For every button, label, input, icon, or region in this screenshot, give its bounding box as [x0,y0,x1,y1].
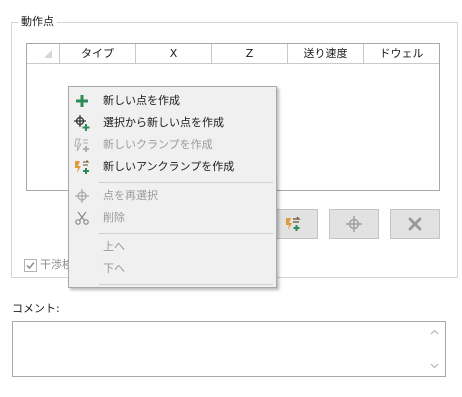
menu-item-label: 選択から新しい点を作成 [103,116,224,129]
column-header-z[interactable]: Z [212,44,288,64]
point-from-selection-icon [72,113,92,133]
grid-header: タイプ X Z 送り速度 ドウェル [27,44,439,64]
menu-item-create-unclamp[interactable]: 新しいアンクランプを作成 [69,156,276,178]
plus-icon [72,91,92,111]
menu-separator [99,233,273,234]
scroll-up-arrow-icon[interactable] [429,327,439,337]
context-menu: 新しい点を作成 選択から新しい点を作成 新しいクランプを作成 新しいアンクランプ… [68,86,277,288]
menu-item-move-up[interactable]: 上へ [69,236,276,258]
comment-textarea[interactable] [12,321,446,377]
menu-item-label: 点を再選択 [103,189,158,202]
menu-item-create-point[interactable]: 新しい点を作成 [69,90,276,112]
column-header-dwell[interactable]: ドウェル [364,44,439,64]
delete-button[interactable] [390,209,440,239]
select-all-icon [44,50,52,58]
menu-item-create-clamp[interactable]: 新しいクランプを作成 [69,134,276,156]
menu-item-move-down[interactable]: 下へ [69,258,276,280]
menu-item-label: 新しいクランプを作成 [103,138,213,151]
comment-label: コメント: [12,302,60,315]
menu-item-label: 上へ [103,240,125,253]
menu-item-label: 新しいアンクランプを作成 [103,160,235,173]
collision-check-checkbox[interactable] [24,259,37,272]
menu-item-label: 下へ [103,262,125,275]
menu-separator [99,284,273,285]
column-header-x[interactable]: X [136,44,212,64]
scroll-down-arrow-icon[interactable] [429,361,439,371]
column-header-type[interactable]: タイプ [60,44,136,64]
delete-x-icon [408,217,422,231]
reselect-point-button[interactable] [329,209,379,239]
menu-item-label: 削除 [103,211,125,224]
new-anchor-clamp-icon [286,216,301,231]
new-clamp-icon [72,135,92,155]
menu-item-reselect-point[interactable]: 点を再選択 [69,185,276,207]
new-unclamp-icon [72,157,92,177]
crosshair-icon [346,216,362,232]
crosshair-icon [72,186,92,206]
menu-item-create-point-from-selection[interactable]: 選択から新しい点を作成 [69,112,276,134]
menu-separator [99,182,273,183]
menu-item-delete[interactable]: 削除 [69,207,276,229]
column-header-feed-rate[interactable]: 送り速度 [288,44,364,64]
checkmark-icon [26,262,35,270]
menu-item-label: 新しい点を作成 [103,94,180,107]
grid-corner-cell[interactable] [27,44,60,64]
group-title: 動作点 [18,14,57,30]
scissors-icon [72,208,92,228]
